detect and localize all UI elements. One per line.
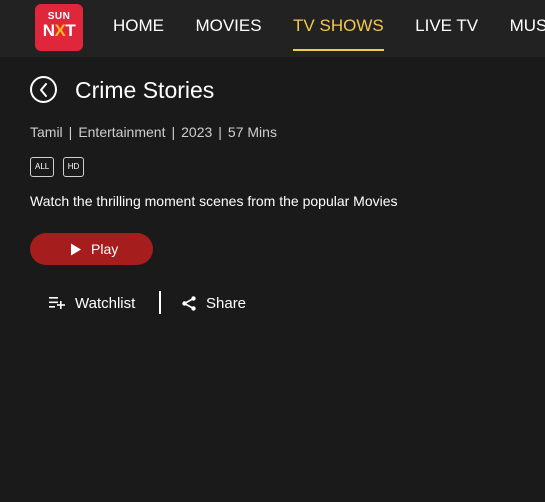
top-nav-bar: SUN NXT HOME MOVIES TV SHOWS LIVE TV MUS…	[0, 0, 545, 57]
logo-n: N	[42, 21, 55, 40]
age-rating-badge: ALL	[30, 157, 55, 177]
meta-separator: |	[171, 124, 176, 140]
share-label: Share	[206, 295, 247, 312]
play-label: Play	[91, 241, 119, 257]
show-description: Watch the thrilling moment scenes from t…	[30, 193, 398, 209]
nav-item-tv-shows[interactable]: TV SHOWS	[293, 0, 384, 57]
share-icon	[182, 296, 196, 311]
chevron-left-icon	[40, 83, 47, 97]
sunnxt-logo[interactable]: SUN NXT	[35, 4, 83, 51]
watchlist-label: Watchlist	[75, 295, 136, 312]
page-title: Crime Stories	[75, 77, 215, 103]
meta-genre: Entertainment	[78, 124, 166, 140]
meta-year: 2023	[181, 124, 213, 140]
play-icon	[71, 243, 81, 256]
nav-item-home[interactable]: HOME	[113, 0, 164, 57]
meta-separator: |	[68, 124, 73, 140]
quality-badge: HD	[62, 157, 85, 177]
nav-item-live-tv[interactable]: LIVE TV	[415, 0, 478, 57]
rating-badges: ALL HD	[30, 156, 88, 177]
meta-separator: |	[218, 124, 222, 140]
nav-item-music-videos[interactable]: MUSIC VIDEOS	[510, 0, 545, 57]
logo-nxt-text: NXT	[35, 22, 83, 40]
show-meta: Tamil | Entertainment | 2023 | 57 Mins	[30, 124, 277, 140]
watchlist-button[interactable]: Watchlist	[49, 291, 144, 315]
main-nav: HOME MOVIES TV SHOWS LIVE TV MUSIC VIDEO…	[113, 0, 545, 57]
play-button[interactable]: Play	[30, 233, 153, 265]
logo-x: X	[54, 21, 66, 40]
action-divider	[159, 291, 161, 314]
meta-duration: 57 Mins	[227, 124, 277, 140]
meta-language: Tamil	[30, 124, 63, 140]
share-button[interactable]: Share	[181, 291, 251, 315]
back-button[interactable]	[30, 76, 57, 103]
logo-t: T	[65, 21, 76, 40]
nav-item-movies[interactable]: MOVIES	[195, 0, 261, 57]
playlist-add-icon	[49, 297, 65, 309]
